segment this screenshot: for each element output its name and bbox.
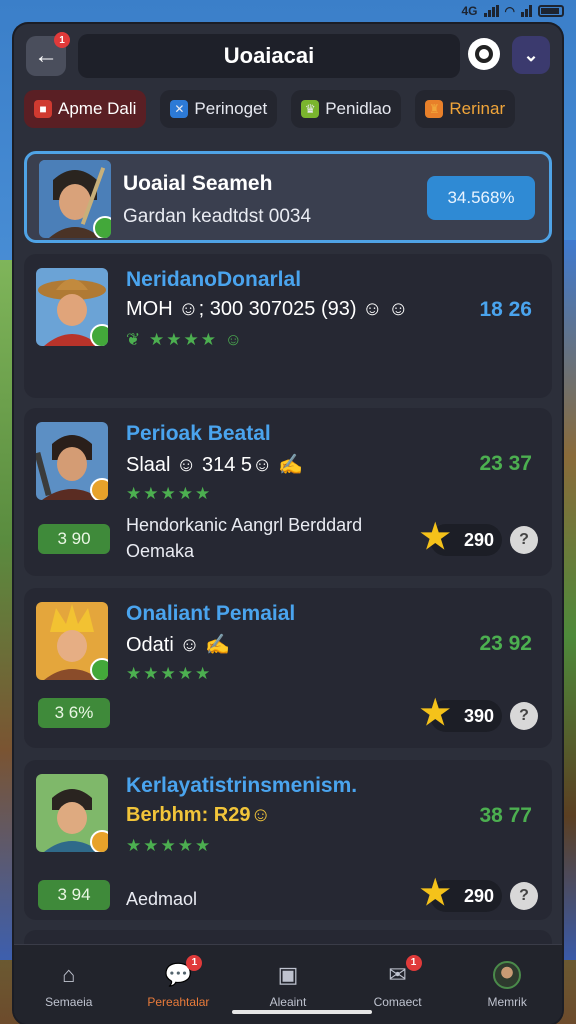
avatar bbox=[36, 774, 108, 852]
list-item[interactable]: Kerlayatistrinsmenism. Berbhm: R29☺ ★★★★… bbox=[24, 760, 552, 920]
points-pill: ★ 390 bbox=[420, 696, 502, 732]
tab-bar: ■ Apme Dali ✕ Perinoget ♛ Penidlao ♜ Rer… bbox=[24, 90, 562, 134]
nav-label: Semaeia bbox=[45, 994, 93, 1009]
nav-label: Aleaint bbox=[269, 994, 307, 1009]
back-button[interactable]: ← 1 bbox=[26, 32, 70, 76]
value-badge: 3 90 bbox=[38, 524, 110, 554]
online-badge-icon bbox=[90, 658, 108, 680]
player-description: Hendorkanic Aangrl Berddard Oemaka bbox=[126, 515, 363, 561]
signal-icon bbox=[483, 5, 499, 17]
star-icon: ★ bbox=[420, 518, 451, 556]
avatar bbox=[36, 268, 108, 346]
dropdown-button[interactable]: ⌄ bbox=[512, 36, 550, 74]
tab-perinoget[interactable]: ✕ Perinoget bbox=[160, 90, 278, 128]
avatar bbox=[39, 160, 111, 238]
notification-badge: 1 bbox=[186, 954, 203, 971]
chevron-down-icon: ⌄ bbox=[523, 44, 539, 65]
player-name: Perioak Beatal bbox=[126, 422, 271, 445]
avatar-icon bbox=[493, 960, 522, 989]
notification-badge: 1 bbox=[54, 32, 70, 48]
player-description: Aedmaol bbox=[126, 889, 198, 909]
percent-button[interactable]: 34.568% bbox=[427, 176, 535, 220]
tab-rerinar[interactable]: ♜ Rerinar bbox=[415, 90, 516, 128]
tab-penidlao[interactable]: ♛ Penidlao bbox=[291, 90, 402, 128]
online-badge-icon bbox=[93, 216, 111, 238]
status-bar: 4G ◠ bbox=[0, 0, 576, 22]
help-button[interactable]: ? bbox=[510, 526, 538, 554]
points-value: 290 bbox=[463, 529, 494, 550]
crown-icon: ♛ bbox=[301, 100, 320, 118]
player-score: 38 77 bbox=[479, 804, 532, 827]
tab-apme-dali[interactable]: ■ Apme Dali bbox=[24, 90, 147, 128]
nav-item-chat[interactable]: 💬 1 Pereahtalar bbox=[124, 945, 234, 1024]
player-subtitle: Gardan keadtdst 0034 bbox=[123, 206, 312, 227]
battery-icon bbox=[538, 5, 564, 17]
player-name: Onaliant Pemaial bbox=[126, 602, 296, 625]
rating-stars: ★★★★★ bbox=[126, 484, 213, 503]
swords-icon: ✕ bbox=[170, 100, 189, 118]
player-score: 23 37 bbox=[479, 452, 532, 475]
points-value: 290 bbox=[463, 885, 494, 906]
signal-icon-2 bbox=[521, 5, 532, 17]
list-item[interactable]: Perioak Beatal Slaal ☺ 314 5☺ ✍ ★★★★★ 23… bbox=[24, 408, 552, 576]
player-name: Kerlayatistrinsmenism. bbox=[126, 774, 358, 797]
tab-label: Penidlao bbox=[325, 99, 392, 118]
points-pill: ★ 290 bbox=[420, 876, 502, 912]
circle-icon bbox=[475, 45, 493, 63]
value-badge: 3 6% bbox=[38, 698, 110, 728]
nav-item-home[interactable]: ⌂ Semaeia bbox=[14, 945, 124, 1024]
trophy-icon: ♜ bbox=[425, 100, 444, 118]
notification-badge: 1 bbox=[405, 954, 422, 971]
online-badge-icon bbox=[90, 324, 108, 346]
page-title: Uoaiacai bbox=[78, 34, 460, 78]
player-name: NeridanoDonarlal bbox=[126, 268, 302, 291]
help-button[interactable]: ? bbox=[510, 702, 538, 730]
nav-item-profile[interactable]: Memrik bbox=[452, 945, 562, 1024]
list-item[interactable]: NeridanoDonarlal MOH ☺; 300 307025 (93) … bbox=[24, 254, 552, 398]
home-indicator bbox=[232, 1010, 372, 1014]
nav-label: Pereahtalar bbox=[147, 994, 210, 1009]
player-stats: MOH ☺; 300 307025 (93) ☺ ☺ bbox=[126, 298, 409, 320]
tab-label: Apme Dali bbox=[58, 99, 137, 118]
search-button[interactable] bbox=[468, 38, 500, 70]
tab-label: Rerinar bbox=[449, 99, 506, 118]
tab-label: Perinoget bbox=[194, 99, 268, 118]
level-badge-icon bbox=[90, 478, 108, 500]
rating-stars: ❦ ★★★★ ☺ bbox=[126, 330, 245, 349]
avatar bbox=[36, 422, 108, 500]
points-pill: ★ 290 bbox=[420, 520, 502, 556]
star-icon: ★ bbox=[420, 694, 451, 732]
nav-label: Memrik bbox=[487, 994, 527, 1009]
card-icon: ▣ bbox=[277, 961, 299, 987]
wifi-icon: ◠ bbox=[504, 4, 515, 18]
star-icon: ★ bbox=[420, 874, 451, 912]
shield-icon: ■ bbox=[34, 100, 52, 118]
player-score: 18 26 bbox=[479, 298, 532, 321]
player-score: 23 92 bbox=[479, 632, 532, 655]
nav-label: Comaect bbox=[373, 994, 422, 1009]
bottom-nav: ⌂ Semaeia 💬 1 Pereahtalar ▣ Aleaint ✉ 1 … bbox=[14, 944, 562, 1024]
points-value: 390 bbox=[463, 705, 494, 726]
help-button[interactable]: ? bbox=[510, 882, 538, 910]
network-label: 4G bbox=[461, 4, 478, 18]
chat-icon: 💬 1 bbox=[164, 954, 203, 989]
level-badge-icon bbox=[90, 830, 108, 852]
avatar bbox=[36, 602, 108, 680]
top-bar: ← 1 Uoaiacai ⌄ bbox=[14, 24, 562, 88]
player-stats: Berbhm: R29☺ bbox=[126, 804, 271, 826]
main-panel: ← 1 Uoaiacai ⌄ ■ Apme Dali ✕ Perinoget ♛… bbox=[14, 24, 562, 1024]
value-badge: 3 94 bbox=[38, 880, 110, 910]
player-stats: Odati ☺ ✍ bbox=[126, 634, 231, 656]
rating-stars: ★★★★★ bbox=[126, 664, 213, 683]
home-icon: ⌂ bbox=[62, 961, 76, 987]
back-arrow-icon: ← bbox=[34, 42, 58, 69]
player-stats: Slaal ☺ 314 5☺ ✍ bbox=[126, 454, 303, 476]
player-name: Uoaial Seameh bbox=[123, 172, 273, 195]
mail-icon: ✉ 1 bbox=[384, 954, 422, 989]
list-item[interactable]: Onaliant Pemaial Odati ☺ ✍ ★★★★★ 23 92 3… bbox=[24, 588, 552, 748]
highlighted-player-row[interactable]: Uoaial Seameh Gardan keadtdst 0034 34.56… bbox=[24, 151, 552, 243]
rating-stars: ★★★★★ bbox=[126, 836, 213, 855]
